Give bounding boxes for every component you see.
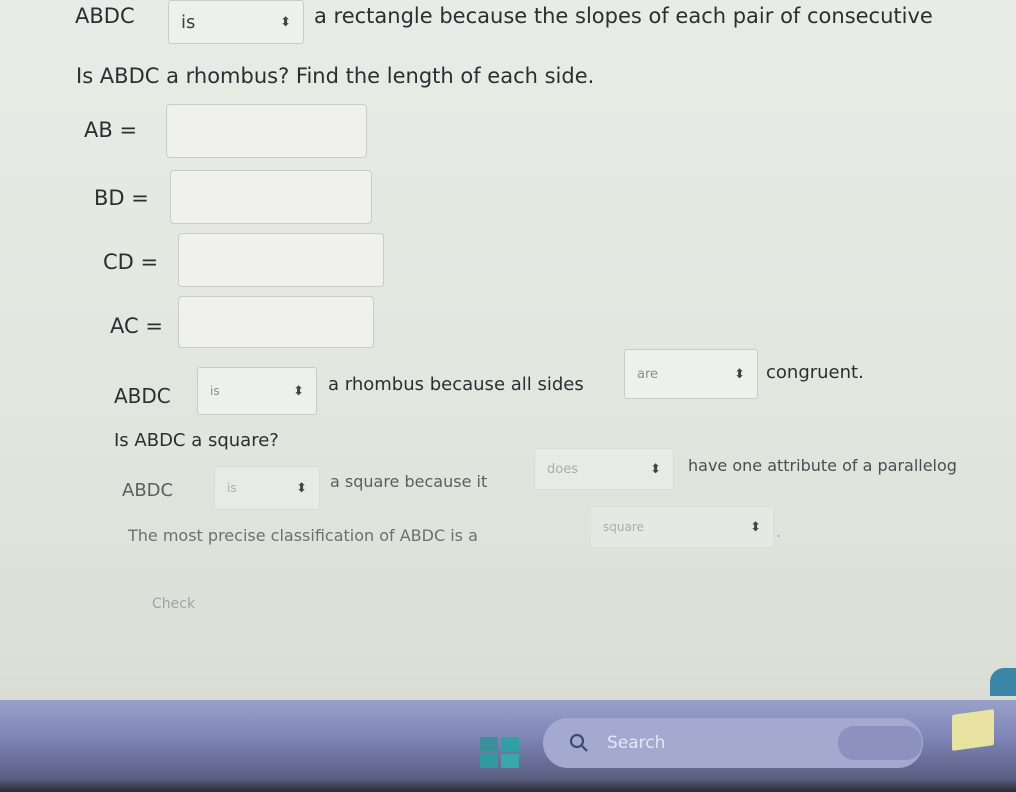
rhombus-is-select[interactable]: is ⬍ bbox=[197, 367, 317, 415]
dropdown-arrow-icon: ⬍ bbox=[296, 480, 307, 496]
corner-accent-shape bbox=[990, 668, 1016, 696]
square-stmt-name: ABDC bbox=[122, 480, 174, 501]
classification-value: square bbox=[603, 520, 644, 534]
q1-name: ABDC bbox=[75, 4, 135, 28]
q1-select[interactable]: is ⬍ bbox=[168, 0, 304, 44]
classification-period: . bbox=[776, 522, 782, 541]
ac-input[interactable] bbox=[178, 296, 374, 348]
rhombus-question: Is ABDC a rhombus? Find the length of ea… bbox=[76, 64, 595, 88]
rhombus-stmt-end: congruent. bbox=[766, 362, 864, 383]
square-question: Is ABDC a square? bbox=[114, 430, 279, 451]
side-label-bd: BD = bbox=[94, 186, 149, 210]
side-label-cd: CD = bbox=[103, 250, 159, 274]
square-stmt-middle: a square because it bbox=[330, 472, 488, 491]
dropdown-arrow-icon: ⬍ bbox=[750, 519, 761, 535]
rhombus-is-value: is bbox=[210, 384, 220, 398]
square-is-value: is bbox=[227, 481, 237, 495]
square-does-select[interactable]: does ⬍ bbox=[534, 448, 674, 490]
rhombus-are-select[interactable]: are ⬍ bbox=[624, 349, 758, 399]
cd-input[interactable] bbox=[178, 233, 384, 287]
check-button[interactable]: Check bbox=[152, 596, 195, 612]
classification-select[interactable]: square ⬍ bbox=[590, 506, 774, 548]
dropdown-arrow-icon: ⬍ bbox=[650, 461, 661, 477]
dropdown-arrow-icon: ⬍ bbox=[734, 366, 745, 382]
bd-input[interactable] bbox=[170, 170, 372, 224]
windows-start-icon[interactable] bbox=[480, 737, 520, 769]
rhombus-are-value: are bbox=[637, 366, 659, 382]
classification-text: The most precise classification of ABDC … bbox=[128, 526, 478, 545]
widget-icon[interactable] bbox=[838, 726, 922, 760]
sticky-notes-icon[interactable] bbox=[952, 709, 994, 751]
square-is-select[interactable]: is ⬍ bbox=[214, 466, 320, 510]
dropdown-arrow-icon: ⬍ bbox=[293, 383, 304, 399]
rhombus-stmt-middle: a rhombus because all sides bbox=[328, 374, 584, 395]
ab-input[interactable] bbox=[166, 104, 367, 158]
check-button-label: Check bbox=[152, 596, 196, 612]
side-label-ac: AC = bbox=[110, 314, 163, 338]
rhombus-stmt-name: ABDC bbox=[114, 384, 171, 408]
search-icon bbox=[569, 733, 588, 752]
square-stmt-end: have one attribute of a parallelog bbox=[688, 456, 957, 475]
dropdown-arrow-icon: ⬍ bbox=[280, 14, 291, 30]
q1-text: a rectangle because the slopes of each p… bbox=[314, 4, 933, 28]
q1-select-value: is bbox=[181, 11, 196, 33]
taskbar-search-label: Search bbox=[607, 733, 666, 753]
square-does-value: does bbox=[547, 461, 578, 477]
side-label-ab: AB = bbox=[84, 118, 138, 142]
